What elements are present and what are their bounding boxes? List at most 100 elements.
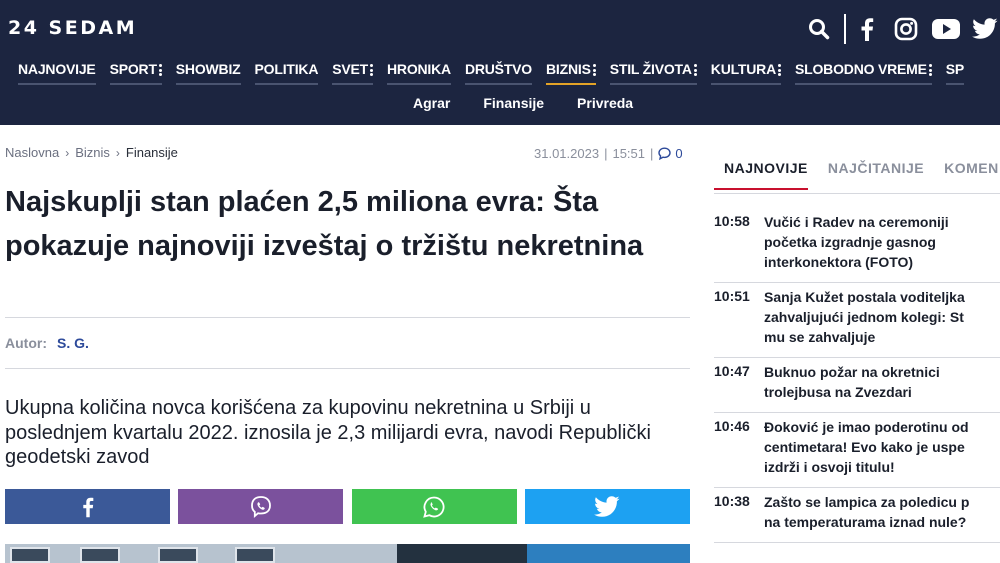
article-author: Autor: S. G. — [5, 335, 89, 351]
twitter-icon[interactable] — [972, 14, 998, 44]
article-time: 15:51 — [612, 146, 646, 161]
news-time: 10:47 — [714, 363, 750, 379]
news-headline[interactable]: Zašto se lampica za poledicu p na temper… — [764, 492, 1000, 532]
news-time: 10:58 — [714, 213, 750, 229]
nav-item-label: SLOBODNO VREME — [795, 61, 927, 77]
news-headline[interactable]: Vučić i Radev na ceremoniji početka izgr… — [764, 212, 1000, 272]
nav-item-politika[interactable]: POLITIKA — [254, 59, 319, 85]
nav-item-label: STIL ŽIVOTA — [609, 61, 692, 77]
nav-item-sp[interactable]: SP — [945, 59, 965, 85]
nav-item-label: SVET — [332, 61, 369, 77]
main-nav: NAJNOVIJE SPORT SHOWBIZ POLITIKA SVET HRONIKA… — [18, 59, 978, 85]
article-date: 31.01.2023 — [534, 146, 600, 161]
share-twitter-button[interactable] — [524, 489, 690, 524]
tabs-divider — [714, 193, 1000, 194]
more-menu-icon[interactable] — [370, 64, 374, 76]
viber-icon — [250, 495, 271, 518]
header-divider — [844, 14, 846, 44]
news-headline[interactable]: Đoković je imao poderotinu od centimetar… — [764, 417, 1000, 477]
chevron-right-icon: › — [115, 145, 120, 160]
facebook-icon[interactable] — [860, 14, 874, 44]
subnav-item-finansije[interactable]: Finansije — [483, 95, 544, 111]
search-icon[interactable] — [808, 14, 830, 44]
comment-icon — [658, 147, 672, 160]
nav-item-svet[interactable]: SVET — [332, 59, 374, 85]
whatsapp-icon — [423, 496, 445, 518]
article-hero-image — [5, 544, 690, 563]
article-meta: 31.01.2023 | 15:51 | 0 — [534, 146, 683, 161]
tab-najnovije[interactable]: NAJNOVIJE — [714, 160, 808, 190]
sidebar-tabs: NAJNOVIJE NAJČITANIJE KOMEN — [714, 160, 999, 190]
breadcrumb-home[interactable]: Naslovna — [5, 145, 59, 160]
author-label: Autor: — [5, 335, 47, 351]
latest-news-list: 10:58 Vučić i Radev na ceremoniji početka… — [714, 208, 1000, 543]
more-menu-icon[interactable] — [928, 64, 932, 76]
news-time: 10:51 — [714, 288, 750, 304]
nav-item-sport[interactable]: SPORT — [109, 59, 162, 85]
nav-item-showbiz[interactable]: SHOWBIZ — [175, 59, 241, 85]
more-menu-icon[interactable] — [592, 64, 596, 76]
news-time: 10:38 — [714, 493, 750, 509]
comments-count: 0 — [675, 146, 683, 161]
header-icons — [808, 14, 998, 44]
hero-window — [10, 547, 50, 563]
sub-nav: Agrar Finansije Privreda — [413, 95, 666, 111]
youtube-icon[interactable] — [932, 14, 960, 44]
meta-separator: | — [650, 146, 654, 161]
nav-item-label: HRONIKA — [387, 61, 451, 77]
nav-item-label: SHOWBIZ — [175, 61, 241, 77]
tab-najcitanije[interactable]: NAJČITANIJE — [818, 160, 924, 190]
hero-window — [158, 547, 198, 563]
news-headline[interactable]: Buknuo požar na okretnici trolejbusa na … — [764, 362, 1000, 402]
hero-window — [235, 547, 275, 563]
news-item[interactable]: 10:47 Buknuo požar na okretnici trolejbus… — [714, 358, 1000, 413]
tab-komentari[interactable]: KOMEN — [934, 160, 999, 190]
news-item[interactable]: 10:46 Đoković je imao poderotinu od centi… — [714, 413, 1000, 488]
nav-item-label: KULTURA — [710, 61, 776, 77]
share-viber-button[interactable] — [178, 489, 344, 524]
nav-item-društvo[interactable]: DRUŠTVO — [464, 59, 533, 85]
instagram-icon[interactable] — [894, 14, 918, 44]
site-logo[interactable]: 24 SEDAM — [8, 17, 137, 39]
news-item[interactable]: 10:51 Sanja Kužet postala voditeljka zahv… — [714, 283, 1000, 358]
nav-item-label: POLITIKA — [254, 61, 319, 77]
subnav-item-privreda[interactable]: Privreda — [577, 95, 633, 111]
news-item[interactable]: 10:38 Zašto se lampica za poledicu p na t… — [714, 488, 1000, 543]
divider — [5, 368, 690, 369]
chevron-right-icon: › — [65, 145, 70, 160]
share-facebook-button[interactable] — [5, 489, 170, 524]
breadcrumb-biznis[interactable]: Biznis — [75, 145, 110, 160]
article-lead: Ukupna količina novca korišćena za kupov… — [5, 397, 651, 468]
nav-item-biznis[interactable]: BIZNIS — [546, 59, 596, 85]
author-name[interactable]: S. G. — [57, 335, 89, 351]
nav-item-kultura[interactable]: KULTURA — [710, 59, 781, 85]
hero-window — [80, 547, 120, 563]
hero-building — [397, 544, 527, 563]
more-menu-icon[interactable] — [158, 64, 162, 76]
nav-item-label: SP — [945, 61, 965, 77]
share-bar — [5, 489, 690, 524]
nav-item-label: BIZNIS — [546, 61, 591, 77]
nav-item-najnovije[interactable]: NAJNOVIJE — [18, 59, 96, 85]
share-whatsapp-button[interactable] — [351, 489, 517, 524]
hero-sky — [527, 544, 690, 563]
news-time: 10:46 — [714, 418, 750, 434]
breadcrumb-finansije[interactable]: Finansije — [126, 145, 178, 160]
comments-link[interactable]: 0 — [658, 146, 683, 161]
news-item[interactable]: 10:58 Vučić i Radev na ceremoniji početka… — [714, 208, 1000, 283]
nav-item-label: DRUŠTVO — [464, 61, 533, 77]
article-title: Najskuplji stan plaćen 2,5 miliona evra:… — [5, 186, 644, 262]
nav-item-slobodno-vreme[interactable]: SLOBODNO VREME — [795, 59, 932, 85]
more-menu-icon[interactable] — [693, 64, 697, 76]
nav-item-label: SPORT — [109, 61, 157, 77]
more-menu-icon[interactable] — [778, 64, 781, 76]
news-headline[interactable]: Sanja Kužet postala voditeljka zahvaljuj… — [764, 287, 1000, 347]
breadcrumb: Naslovna › Biznis › Finansije — [5, 145, 178, 160]
site-header: 24 SEDAM NAJNOVIJE SPORT SHOWBIZ POLITIKA SV… — [0, 0, 1000, 125]
facebook-icon — [82, 497, 93, 517]
nav-item-stil-života[interactable]: STIL ŽIVOTA — [609, 59, 697, 85]
divider — [5, 317, 690, 318]
nav-item-label: NAJNOVIJE — [18, 61, 96, 77]
nav-item-hronika[interactable]: HRONIKA — [387, 59, 451, 85]
subnav-item-agrar[interactable]: Agrar — [413, 95, 450, 111]
